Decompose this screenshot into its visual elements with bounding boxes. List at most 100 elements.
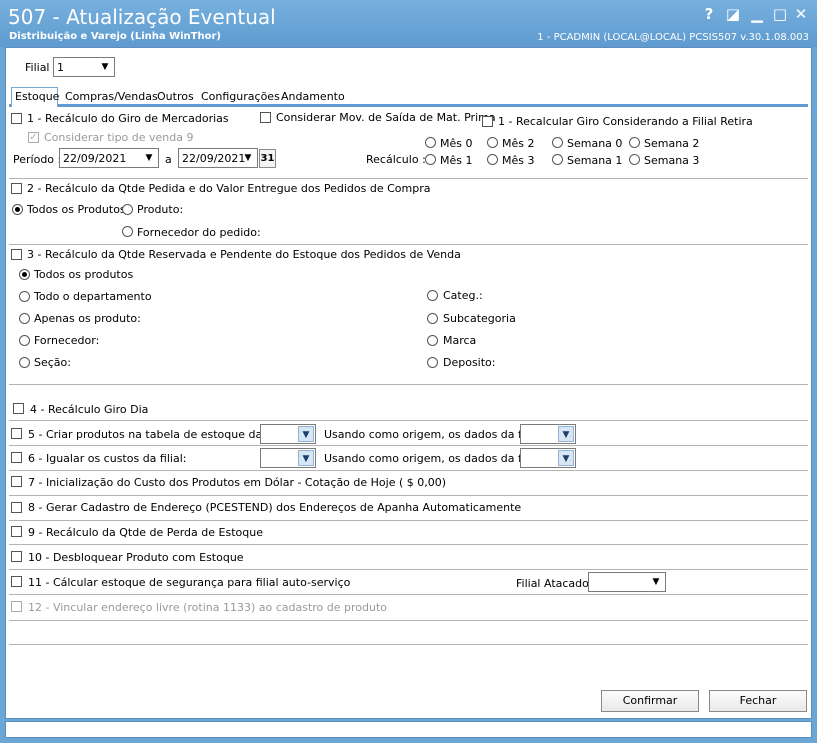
divider xyxy=(9,520,808,521)
main-panel: Filial 1 ▼ Estoque Compras/Vendas Outros… xyxy=(5,47,812,719)
criar-origem-select[interactable]: ▼ xyxy=(520,424,576,444)
date-from-picker[interactable]: 22/09/2021 ▼ xyxy=(59,148,159,168)
filial-label: Filial xyxy=(25,61,50,74)
gerar-endereco-checkbox[interactable] xyxy=(11,502,22,513)
criar-filial-select[interactable]: ▼ xyxy=(260,424,316,444)
considerar-mov-checkbox[interactable] xyxy=(260,112,271,123)
help-icon[interactable]: ? xyxy=(700,5,718,23)
estoque-seguranca-checkbox[interactable] xyxy=(11,576,22,587)
considerar-tipo9-label: Considerar tipo de venda 9 xyxy=(44,131,194,144)
igualar-origem-select[interactable]: ▼ xyxy=(520,448,576,468)
recalc-pedida-checkbox[interactable] xyxy=(11,183,22,194)
igualar-filial-select[interactable]: ▼ xyxy=(260,448,316,468)
a-label: a xyxy=(165,153,172,166)
radio-todos-os-produtos[interactable] xyxy=(19,269,30,280)
divider xyxy=(9,470,808,471)
minimize-icon[interactable]: ▁ xyxy=(748,5,766,23)
recalc-pedida-label: 2 - Recálculo da Qtde Pedida e do Valor … xyxy=(27,182,431,195)
radio-semana2[interactable] xyxy=(629,137,640,148)
label-mes3: Mês 3 xyxy=(502,154,535,167)
chevron-down-icon: ▼ xyxy=(298,450,314,466)
label-fornecedor: Fornecedor: xyxy=(34,334,100,347)
calendar-icon[interactable]: 31 xyxy=(259,149,276,168)
radio-semana3[interactable] xyxy=(629,154,640,165)
chevron-down-icon: ▼ xyxy=(558,450,574,466)
radio-mes3[interactable] xyxy=(487,154,498,165)
recalc-perda-checkbox[interactable] xyxy=(11,526,22,537)
date-from-value: 22/09/2021 xyxy=(63,152,127,165)
radio-deposito[interactable] xyxy=(427,357,438,368)
confirmar-button[interactable]: Confirmar xyxy=(601,690,699,712)
divider xyxy=(9,384,808,385)
custo-dolar-label: 7 - Inicialização do Custo dos Produtos … xyxy=(28,476,447,489)
recalc-reservada-checkbox[interactable] xyxy=(11,249,22,260)
chevron-down-icon: ▼ xyxy=(558,426,574,442)
label-subcategoria: Subcategoria xyxy=(443,312,516,325)
filial-atacado-select[interactable]: ▼ xyxy=(588,572,666,592)
radio-todos-produtos[interactable] xyxy=(12,204,23,215)
custo-dolar-checkbox[interactable] xyxy=(11,476,22,487)
criar-produtos-checkbox[interactable] xyxy=(11,428,22,439)
divider xyxy=(9,594,808,595)
radio-mes1[interactable] xyxy=(425,154,436,165)
vincular-endereco-checkbox[interactable] xyxy=(11,601,22,612)
maximize-icon[interactable]: □ xyxy=(771,5,789,23)
divider xyxy=(9,420,808,421)
divider xyxy=(9,644,808,645)
status-bar xyxy=(5,721,812,738)
chevron-down-icon: ▼ xyxy=(145,153,153,163)
radio-fornecedor[interactable] xyxy=(19,335,30,346)
radio-marca[interactable] xyxy=(427,335,438,346)
divider xyxy=(9,620,808,621)
restore-icon[interactable]: ◪ xyxy=(724,5,742,23)
chevron-down-icon: ▼ xyxy=(101,62,109,72)
recalc-filial-retira-checkbox[interactable] xyxy=(482,116,493,127)
label-semana1: Semana 1 xyxy=(567,154,623,167)
filial-atacado-label: Filial Atacado: xyxy=(516,577,593,590)
desbloquear-checkbox[interactable] xyxy=(11,551,22,562)
gerar-endereco-label: 8 - Gerar Cadastro de Endereço (PCESTEND… xyxy=(28,501,522,514)
considerar-tipo9-checkbox[interactable]: ✓ xyxy=(28,132,39,143)
recalc-filial-retira-label: 1 - Recalcular Giro Considerando a Filia… xyxy=(498,115,753,128)
recalc-perda-label: 9 - Recálculo da Qtde de Perda de Estoqu… xyxy=(28,526,263,539)
estoque-seguranca-label: 11 - Cálcular estoque de segurança para … xyxy=(28,576,351,589)
label-produto: Produto: xyxy=(137,203,184,216)
chevron-down-icon: ▼ xyxy=(244,153,252,163)
fechar-button[interactable]: Fechar xyxy=(709,690,807,712)
divider xyxy=(9,178,808,179)
radio-secao[interactable] xyxy=(19,357,30,368)
radio-apenas-produto[interactable] xyxy=(19,313,30,324)
radio-semana0[interactable] xyxy=(552,137,563,148)
title-bar: 507 - Atualização Eventual Distribuição … xyxy=(0,0,817,47)
label-mes1: Mês 1 xyxy=(440,154,473,167)
igualar-custos-checkbox[interactable] xyxy=(11,452,22,463)
divider xyxy=(9,495,808,496)
filial-value: 1 xyxy=(57,61,64,74)
tab-compras-vendas[interactable]: Compras/Vendas xyxy=(62,88,161,106)
date-to-picker[interactable]: 22/09/2021 ▼ xyxy=(178,148,258,168)
label-deposito: Deposito: xyxy=(443,356,496,369)
chevron-down-icon: ▼ xyxy=(652,577,660,587)
label-todos-os-produtos: Todos os produtos xyxy=(34,268,134,281)
radio-mes0[interactable] xyxy=(425,137,436,148)
label-mes0: Mês 0 xyxy=(440,137,473,150)
recalculo-label: Recálculo : xyxy=(366,153,426,166)
recalc-giro-checkbox[interactable] xyxy=(11,113,22,124)
tab-andamento[interactable]: Andamento xyxy=(278,88,348,106)
radio-categ[interactable] xyxy=(427,290,438,301)
radio-departamento[interactable] xyxy=(19,291,30,302)
filial-select[interactable]: 1 ▼ xyxy=(53,57,115,77)
radio-mes2[interactable] xyxy=(487,137,498,148)
radio-fornecedor-pedido[interactable] xyxy=(122,226,133,237)
recalc-giro-dia-checkbox[interactable] xyxy=(13,403,24,414)
close-icon[interactable]: ✕ xyxy=(792,5,810,23)
radio-subcategoria[interactable] xyxy=(427,313,438,324)
window-subtitle: Distribuição e Varejo (Linha WinThor) xyxy=(9,31,221,42)
igualar-custos-label: 6 - Igualar os custos da filial: xyxy=(28,452,187,465)
tab-configuracoes[interactable]: Configurações xyxy=(198,88,283,106)
tab-estoque[interactable]: Estoque xyxy=(11,87,59,107)
radio-semana1[interactable] xyxy=(552,154,563,165)
tab-outros[interactable]: Outros xyxy=(154,88,197,106)
radio-produto[interactable] xyxy=(122,204,133,215)
recalc-reservada-label: 3 - Recálculo da Qtde Reservada e Penden… xyxy=(27,248,461,261)
